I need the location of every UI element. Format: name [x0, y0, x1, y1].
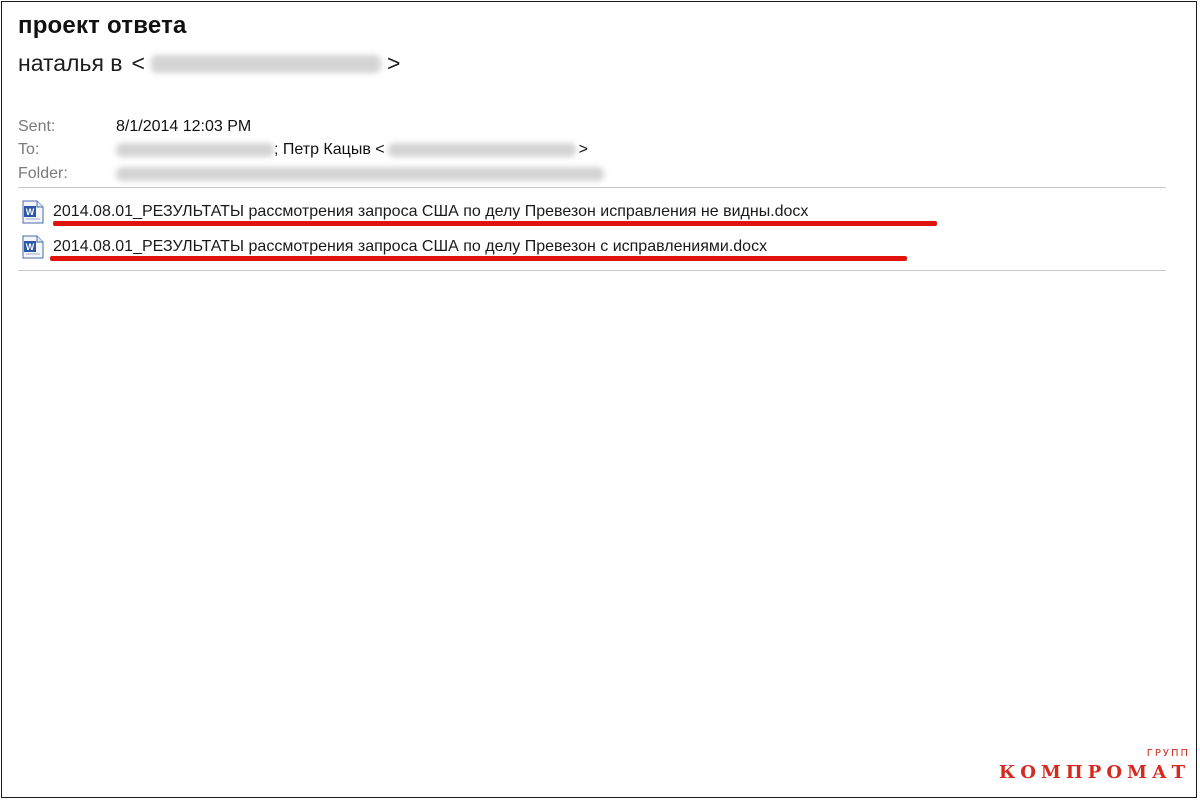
word-doc-icon: W: [22, 200, 44, 224]
svg-text:W: W: [26, 242, 35, 252]
folder-value: [116, 166, 604, 181]
meta-row-to: To: ; Петр Кацыв < >: [18, 139, 604, 163]
sender-email-redacted: [150, 54, 381, 73]
sent-value: 8/1/2014 12:03 PM: [116, 117, 252, 135]
kompromat-logo: ГРУПП КОМПРОМАТ: [998, 748, 1190, 783]
logo-main-text: КОМПРОМАТ: [998, 762, 1190, 783]
attachment-name[interactable]: 2014.08.01_РЕЗУЛЬТАТЫ рассмотрения запро…: [53, 203, 808, 221]
folder-label: Folder:: [18, 164, 68, 182]
sender-open-bracket: <: [131, 50, 145, 76]
logo-sup-text: ГРУПП: [1146, 748, 1190, 759]
to-email-redacted-1: [116, 143, 274, 158]
attachments-divider: [18, 270, 1166, 271]
word-doc-icon: W: [22, 235, 44, 259]
to-close-bracket: >: [578, 141, 588, 159]
highlight-underline: [50, 256, 907, 261]
meta-row-sent: Sent: 8/1/2014 12:03 PM: [18, 115, 604, 139]
to-email-redacted-2: [387, 143, 576, 158]
folder-path-redacted: [116, 166, 604, 181]
highlight-underline: [53, 221, 937, 226]
attachment-name[interactable]: 2014.08.01_РЕЗУЛЬТАТЫ рассмотрения запро…: [53, 238, 767, 256]
email-meta: Sent: 8/1/2014 12:03 PM To: ; Петр Кацыв…: [18, 115, 604, 186]
to-value: ; Петр Кацыв < >: [116, 141, 588, 159]
to-recipient-name: ; Петр Кацыв <: [274, 141, 385, 159]
email-subject: проект ответа: [18, 12, 187, 39]
sender-close-bracket: >: [386, 50, 401, 76]
sent-label: Sent:: [18, 117, 56, 135]
sender-name: наталья в: [18, 50, 123, 76]
sender-line: наталья в < >: [18, 50, 400, 77]
header-divider: [18, 187, 1166, 188]
svg-text:W: W: [26, 207, 35, 217]
meta-row-folder: Folder:: [18, 162, 604, 186]
to-label: To:: [18, 141, 40, 159]
